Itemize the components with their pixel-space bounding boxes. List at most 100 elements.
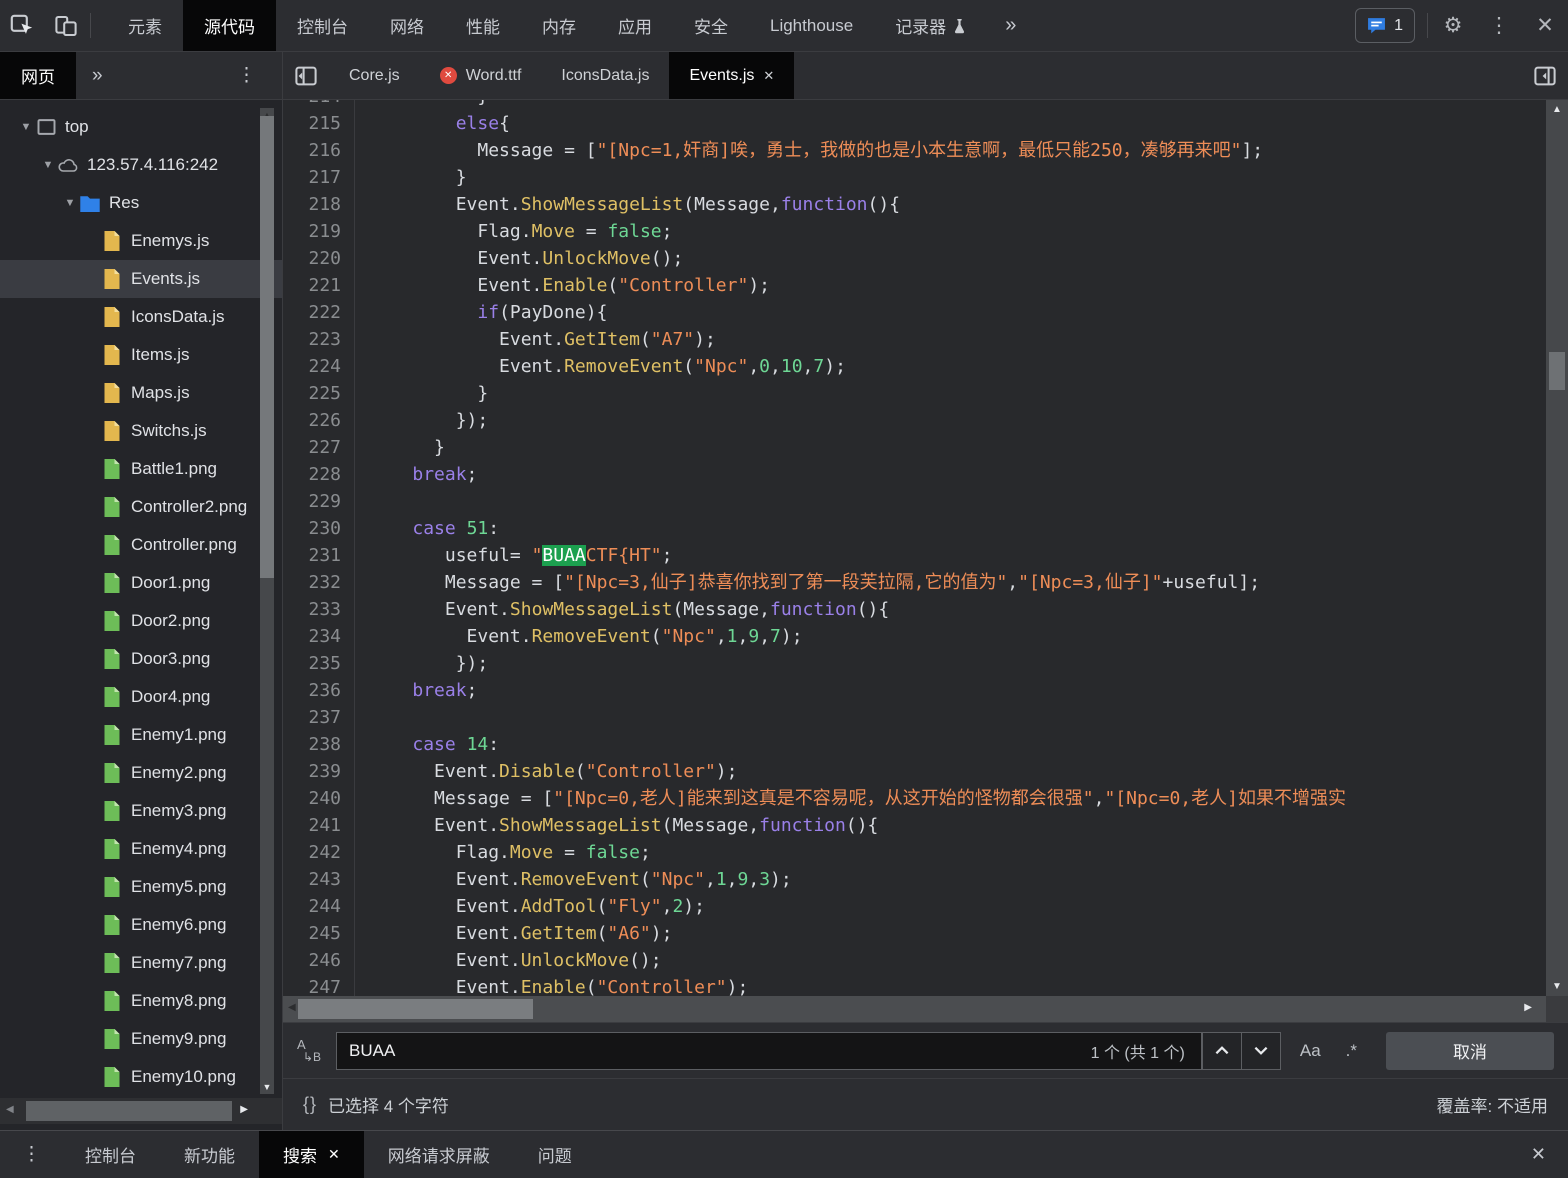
pretty-print-icon[interactable]: { } bbox=[303, 1094, 314, 1115]
code-line[interactable]: 235 }); bbox=[283, 650, 1568, 677]
scroll-right-icon[interactable]: ▶ bbox=[240, 1104, 248, 1115]
expander-icon[interactable]: ▼ bbox=[38, 159, 58, 171]
tree-item-Enemy6.png[interactable]: Enemy6.png bbox=[0, 906, 282, 944]
code-line[interactable]: 223 Event.GetItem("A7"); bbox=[283, 326, 1568, 353]
line-number[interactable]: 239 bbox=[283, 758, 355, 785]
code-line[interactable]: 227 } bbox=[283, 434, 1568, 461]
line-number[interactable]: 222 bbox=[283, 299, 355, 326]
line-number[interactable]: 225 bbox=[283, 380, 355, 407]
code-line[interactable]: 215 else{ bbox=[283, 110, 1568, 137]
code-line[interactable]: 234 Event.RemoveEvent("Npc",1,9,7); bbox=[283, 623, 1568, 650]
tree-item-Maps.js[interactable]: Maps.js bbox=[0, 374, 282, 412]
sidebar-vscroll-thumb[interactable] bbox=[260, 116, 274, 578]
regex-toggle[interactable]: .* bbox=[1340, 1041, 1363, 1061]
editor-tab-Word.ttf[interactable]: ✕Word.ttf bbox=[420, 52, 542, 99]
cancel-button[interactable]: 取消 bbox=[1386, 1032, 1554, 1070]
scroll-down-icon[interactable]: ▼ bbox=[1546, 981, 1568, 992]
editor-tab-IconsData.js[interactable]: IconsData.js bbox=[541, 52, 669, 99]
code-line[interactable]: 226 }); bbox=[283, 407, 1568, 434]
tree-item-Enemy2.png[interactable]: Enemy2.png bbox=[0, 754, 282, 792]
scroll-down-icon[interactable]: ▼ bbox=[260, 1082, 274, 1092]
code-line[interactable]: 240 Message = ["[Npc=0,老人]能来到这真是不容易呢，从这开… bbox=[283, 785, 1568, 812]
code-line[interactable]: 214 } bbox=[283, 100, 1568, 110]
line-number[interactable]: 215 bbox=[283, 110, 355, 137]
code-line[interactable]: 238 case 14: bbox=[283, 731, 1568, 758]
code-line[interactable]: 231 useful= "BUAACTF{HT"; bbox=[283, 542, 1568, 569]
scroll-up-icon[interactable]: ▲ bbox=[1546, 104, 1568, 115]
device-toolbar-icon[interactable] bbox=[44, 0, 88, 51]
line-number[interactable]: 243 bbox=[283, 866, 355, 893]
line-number[interactable]: 227 bbox=[283, 434, 355, 461]
panel-tab-记录器[interactable]: 记录器 bbox=[874, 0, 987, 51]
line-number[interactable]: 242 bbox=[283, 839, 355, 866]
panel-tab-源代码[interactable]: 源代码 bbox=[183, 0, 276, 51]
find-replace-icon[interactable]: A ↳B bbox=[297, 1038, 323, 1063]
panel-tab-网络[interactable]: 网络 bbox=[369, 0, 445, 51]
line-number[interactable]: 229 bbox=[283, 488, 355, 515]
drawer-tab-控制台[interactable]: 控制台 bbox=[61, 1131, 160, 1178]
panel-tab-Lighthouse[interactable]: Lighthouse bbox=[749, 0, 874, 51]
tree-item-top[interactable]: ▼top bbox=[0, 108, 282, 146]
editor-tab-Core.js[interactable]: Core.js bbox=[329, 52, 420, 99]
code-line[interactable]: 221 Event.Enable("Controller"); bbox=[283, 272, 1568, 299]
code-line[interactable]: 228 break; bbox=[283, 461, 1568, 488]
line-number[interactable]: 214 bbox=[283, 100, 355, 110]
line-number[interactable]: 246 bbox=[283, 947, 355, 974]
code-line[interactable]: 220 Event.UnlockMove(); bbox=[283, 245, 1568, 272]
sidebar-vertical-scrollbar[interactable]: ▲▼ bbox=[260, 108, 274, 1094]
tree-item-Battle1.png[interactable]: Battle1.png bbox=[0, 450, 282, 488]
line-number[interactable]: 217 bbox=[283, 164, 355, 191]
line-number[interactable]: 221 bbox=[283, 272, 355, 299]
line-number[interactable]: 238 bbox=[283, 731, 355, 758]
code-line[interactable]: 237 bbox=[283, 704, 1568, 731]
tree-item-Enemy5.png[interactable]: Enemy5.png bbox=[0, 868, 282, 906]
tree-item-Enemy1.png[interactable]: Enemy1.png bbox=[0, 716, 282, 754]
line-number[interactable]: 223 bbox=[283, 326, 355, 353]
line-number[interactable]: 241 bbox=[283, 812, 355, 839]
tree-item-IconsData.js[interactable]: IconsData.js bbox=[0, 298, 282, 336]
settings-gear-icon[interactable]: ⚙ bbox=[1430, 0, 1476, 51]
code-line[interactable]: 239 Event.Disable("Controller"); bbox=[283, 758, 1568, 785]
drawer-tab-问题[interactable]: 问题 bbox=[514, 1131, 596, 1178]
line-number[interactable]: 220 bbox=[283, 245, 355, 272]
code-line[interactable]: 243 Event.RemoveEvent("Npc",1,9,3); bbox=[283, 866, 1568, 893]
tab-page[interactable]: 网页 bbox=[0, 52, 76, 99]
editor-hscroll-thumb[interactable] bbox=[298, 999, 533, 1019]
issues-counter-button[interactable]: 1 bbox=[1355, 8, 1415, 43]
line-number[interactable]: 230 bbox=[283, 515, 355, 542]
toggle-debugger-sidebar-icon[interactable] bbox=[1522, 52, 1568, 99]
tree-item-Switchs.js[interactable]: Switchs.js bbox=[0, 412, 282, 450]
code-line[interactable]: 236 break; bbox=[283, 677, 1568, 704]
line-number[interactable]: 237 bbox=[283, 704, 355, 731]
tree-item-Enemy3.png[interactable]: Enemy3.png bbox=[0, 792, 282, 830]
line-number[interactable]: 232 bbox=[283, 569, 355, 596]
match-case-toggle[interactable]: Aa bbox=[1294, 1041, 1327, 1061]
navigator-kebab-icon[interactable]: ⋮ bbox=[227, 52, 282, 99]
close-tab-icon[interactable]: ✕ bbox=[763, 68, 774, 84]
code-line[interactable]: 224 Event.RemoveEvent("Npc",0,10,7); bbox=[283, 353, 1568, 380]
line-number[interactable]: 219 bbox=[283, 218, 355, 245]
panel-tab-元素[interactable]: 元素 bbox=[107, 0, 183, 51]
line-number[interactable]: 240 bbox=[283, 785, 355, 812]
tree-item-Items.js[interactable]: Items.js bbox=[0, 336, 282, 374]
drawer-kebab-icon[interactable]: ⋮ bbox=[0, 1131, 61, 1178]
sidebar-horizontal-scrollbar[interactable]: ◀ ▶ bbox=[0, 1098, 282, 1124]
tree-item-Controller.png[interactable]: Controller.png bbox=[0, 526, 282, 564]
line-number[interactable]: 245 bbox=[283, 920, 355, 947]
line-number[interactable]: 234 bbox=[283, 623, 355, 650]
panel-tab-内存[interactable]: 内存 bbox=[521, 0, 597, 51]
tree-item-Controller2.png[interactable]: Controller2.png bbox=[0, 488, 282, 526]
tree-item-Enemy4.png[interactable]: Enemy4.png bbox=[0, 830, 282, 868]
code-editor[interactable]: 214 }215 else{216 Message = ["[Npc=1,奸商]… bbox=[283, 100, 1568, 1022]
drawer-tab-搜索[interactable]: 搜索✕ bbox=[259, 1131, 364, 1178]
find-input[interactable]: BUAA 1 个 (共 1 个) bbox=[336, 1032, 1202, 1070]
tree-item-Door2.png[interactable]: Door2.png bbox=[0, 602, 282, 640]
code-line[interactable]: 222 if(PayDone){ bbox=[283, 299, 1568, 326]
expander-icon[interactable]: ▼ bbox=[16, 121, 36, 133]
code-line[interactable]: 233 Event.ShowMessageList(Message,functi… bbox=[283, 596, 1568, 623]
tree-item-Door3.png[interactable]: Door3.png bbox=[0, 640, 282, 678]
tree-item-Events.js[interactable]: Events.js bbox=[0, 260, 282, 298]
code-line[interactable]: 242 Flag.Move = false; bbox=[283, 839, 1568, 866]
expander-icon[interactable]: ▼ bbox=[60, 197, 80, 209]
code-line[interactable]: 217 } bbox=[283, 164, 1568, 191]
